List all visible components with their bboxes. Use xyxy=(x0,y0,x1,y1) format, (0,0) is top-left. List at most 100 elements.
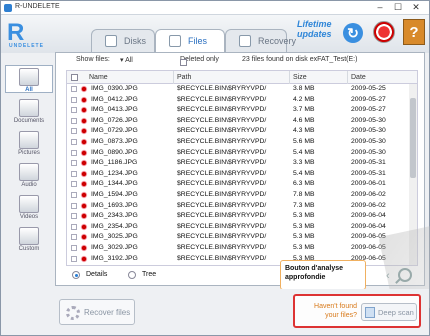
deleted-file-icon xyxy=(80,116,88,125)
row-checkbox[interactable] xyxy=(71,213,77,220)
table-row[interactable]: IMG_1344.JPG $RECYCLE.BIN\$RYRYVPD/6.3 MB… xyxy=(67,179,411,190)
category-videos[interactable]: Videos xyxy=(5,193,53,221)
table-row[interactable]: IMG_1693.JPG $RECYCLE.BIN\$RYRYVPD/7.3 MB… xyxy=(67,201,411,212)
row-checkbox[interactable] xyxy=(71,128,77,135)
column-name[interactable]: Name xyxy=(89,74,108,81)
disk-icon xyxy=(105,35,117,47)
select-all-checkbox[interactable] xyxy=(71,74,78,81)
close-button[interactable]: ✕ xyxy=(409,2,423,13)
row-checkbox[interactable] xyxy=(71,149,77,156)
gear-icon xyxy=(66,306,80,320)
row-checkbox[interactable] xyxy=(71,234,77,241)
file-size: 5.3 MB xyxy=(293,233,315,241)
row-checkbox[interactable] xyxy=(71,117,77,124)
file-date: 2009-05-25 xyxy=(351,85,386,92)
file-path: $RECYCLE.BIN\$RYRYVPD/ xyxy=(177,190,267,198)
column-path[interactable]: Path xyxy=(177,74,191,81)
help-button[interactable]: ? xyxy=(403,19,425,45)
language-flag-icon[interactable] xyxy=(373,21,395,43)
file-date: 2009-05-30 xyxy=(351,137,386,145)
row-checkbox[interactable] xyxy=(71,170,77,177)
row-checkbox[interactable] xyxy=(71,244,77,251)
category-pictures[interactable]: Pictures xyxy=(5,129,53,157)
deep-scan-highlight: Haven't found your files? Deep scan xyxy=(293,294,421,328)
deleted-file-icon xyxy=(80,169,88,178)
table-row[interactable]: IMG_0726.JPG $RECYCLE.BIN\$RYRYVPD/4.6 MB… xyxy=(67,116,411,127)
file-date: 2009-05-30 xyxy=(351,148,386,156)
recovery-icon xyxy=(239,35,251,47)
tab-files[interactable]: Files xyxy=(155,29,225,54)
tab-disks[interactable]: Disks xyxy=(91,29,155,53)
table-row[interactable]: IMG_0729.JPG $RECYCLE.BIN\$RYRYVPD/4.3 MB… xyxy=(67,126,411,137)
file-panel: Show files: ▾ All Deleted only 23 files … xyxy=(55,52,430,316)
file-path: $RECYCLE.BIN\$RYRYVPD/ xyxy=(177,233,267,241)
table-row[interactable]: IMG_1594.JPG $RECYCLE.BIN\$RYRYVPD/7.8 MB… xyxy=(67,190,411,201)
maximize-button[interactable]: ☐ xyxy=(391,2,405,13)
table-row[interactable]: IMG_0890.JPG $RECYCLE.BIN\$RYRYVPD/5.4 MB… xyxy=(67,148,411,159)
file-name: IMG_0390.JPG xyxy=(91,85,138,92)
file-size: 5.3 MB xyxy=(293,222,315,230)
column-size[interactable]: Size xyxy=(293,74,307,81)
custom-icon xyxy=(19,227,39,245)
refresh-icon[interactable]: ↻ xyxy=(343,23,363,43)
file-date: 2009-05-30 xyxy=(351,127,386,135)
file-name: IMG_2354.JPG xyxy=(91,222,138,230)
file-size: 5.6 MB xyxy=(293,137,315,145)
category-documents[interactable]: Documents xyxy=(5,97,53,125)
search-icon[interactable] xyxy=(398,268,412,282)
file-name: IMG_3192.JPG xyxy=(91,254,138,262)
file-path: $RECYCLE.BIN\$RYRYVPD/ xyxy=(177,201,267,209)
file-path: $RECYCLE.BIN\$RYRYVPD/ xyxy=(177,148,267,156)
row-checkbox[interactable] xyxy=(71,181,77,188)
row-checkbox[interactable] xyxy=(71,107,77,114)
row-checkbox[interactable] xyxy=(71,202,77,209)
category-audio[interactable]: Audio xyxy=(5,161,53,189)
deleted-file-icon xyxy=(80,106,88,115)
deleted-file-icon xyxy=(80,233,88,242)
recover-files-button[interactable]: Recover files xyxy=(59,299,135,325)
tree-radio[interactable] xyxy=(128,271,136,279)
table-row[interactable]: IMG_0873.JPG $RECYCLE.BIN\$RYRYVPD/5.6 MB… xyxy=(67,137,411,148)
not-found-question: Haven't found your files? xyxy=(314,303,357,319)
lifetime-updates-link[interactable]: Lifetime updates xyxy=(297,19,341,39)
file-date: 2009-06-04 xyxy=(351,212,386,220)
files-icon xyxy=(169,35,181,47)
file-path: $RECYCLE.BIN\$RYRYVPD/ xyxy=(177,85,267,92)
show-files-select[interactable]: ▾ All xyxy=(120,56,133,64)
column-date[interactable]: Date xyxy=(351,74,366,81)
table-row[interactable]: IMG_0412.JPG $RECYCLE.BIN\$RYRYVPD/4.2 MB… xyxy=(67,95,411,106)
deep-scan-button[interactable]: Deep scan xyxy=(361,303,417,321)
file-date: 2009-06-02 xyxy=(351,201,386,209)
row-checkbox[interactable] xyxy=(71,223,77,230)
row-checkbox[interactable] xyxy=(71,191,77,198)
table-row[interactable]: IMG_2354.JPG $RECYCLE.BIN\$RYRYVPD/5.3 MB… xyxy=(67,222,411,233)
file-path: $RECYCLE.BIN\$RYRYVPD/ xyxy=(177,212,267,220)
minimize-button[interactable]: – xyxy=(373,2,387,13)
chevron-left-icon[interactable]: ‹ xyxy=(386,270,390,282)
documents-icon xyxy=(19,99,39,117)
deleted-file-icon xyxy=(80,159,88,168)
row-checkbox[interactable] xyxy=(71,96,77,103)
table-row[interactable]: IMG_3025.JPG $RECYCLE.BIN\$RYRYVPD/5.3 MB… xyxy=(67,232,411,243)
deleted-only-checkbox[interactable]: Deleted only xyxy=(180,56,219,66)
file-path: $RECYCLE.BIN\$RYRYVPD/ xyxy=(177,169,267,177)
details-radio[interactable] xyxy=(72,271,80,279)
row-checkbox[interactable] xyxy=(71,255,77,262)
table-row[interactable]: IMG_2343.JPG $RECYCLE.BIN\$RYRYVPD/5.3 MB… xyxy=(67,211,411,222)
app-logo: R UNDELETE xyxy=(7,19,44,49)
row-checkbox[interactable] xyxy=(71,138,77,145)
window-title: R-UNDELETE xyxy=(15,3,60,10)
category-all[interactable]: All xyxy=(5,65,53,93)
row-checkbox[interactable] xyxy=(71,86,77,92)
row-checkbox[interactable] xyxy=(71,160,77,167)
table-row[interactable]: IMG_1186.JPG $RECYCLE.BIN\$RYRYVPD/3.3 MB… xyxy=(67,158,411,169)
table-row[interactable]: IMG_3029.JPG $RECYCLE.BIN\$RYRYVPD/5.3 MB… xyxy=(67,243,411,254)
table-row[interactable]: IMG_0413.JPG $RECYCLE.BIN\$RYRYVPD/3.7 MB… xyxy=(67,105,411,116)
table-row[interactable]: IMG_0390.JPG $RECYCLE.BIN\$RYRYVPD/3.8 MB… xyxy=(67,84,411,95)
table-row[interactable]: IMG_1234.JPG $RECYCLE.BIN\$RYRYVPD/5.4 MB… xyxy=(67,169,411,180)
file-size: 4.2 MB xyxy=(293,95,315,103)
tab-recovery[interactable]: Recovery xyxy=(225,29,296,53)
file-path: $RECYCLE.BIN\$RYRYVPD/ xyxy=(177,106,267,114)
audio-icon xyxy=(19,163,39,181)
category-custom[interactable]: Custom xyxy=(5,225,53,253)
